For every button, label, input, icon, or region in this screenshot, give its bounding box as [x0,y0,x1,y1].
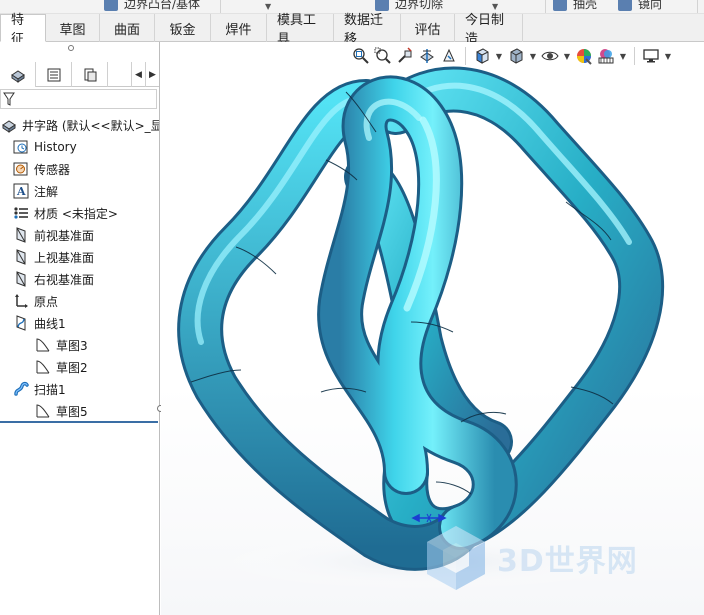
feature-manager-icon [10,69,25,83]
collapse-handle-icon[interactable] [68,45,74,51]
feature-tree: 井字路 (默认<<默认>_显示 History 传感器 A 注解 材质 <未指定… [0,114,159,422]
boundary-boss-icon [104,0,118,11]
watermark: 3D世界网 [421,522,638,594]
tree-item-sketch3[interactable]: 草图3 [0,334,159,356]
chevron-down-icon[interactable]: ▼ [265,2,271,11]
panel-tab-strip: ◀ ▶ [0,62,159,87]
shell-command[interactable]: 抽壳 [553,0,597,12]
mirror-command[interactable]: 镜向 [618,0,662,12]
scroll-right-icon[interactable]: ▶ [145,62,159,87]
shell-icon [553,0,567,11]
tab-made-today[interactable]: 今日制造 [455,13,523,47]
tab-weldments[interactable]: 焊件 [211,14,267,42]
property-manager-icon [47,68,60,81]
tree-item-history[interactable]: History [0,136,159,158]
sensor-icon [12,160,30,178]
tree-item-sweep1[interactable]: 扫描1 [0,378,159,400]
tree-item-origin[interactable]: 原点 [0,290,159,312]
tree-item-curve1[interactable]: 曲线1 [0,312,159,334]
configuration-manager-icon [84,68,96,81]
rollback-bar[interactable] [0,421,158,423]
material-icon [12,204,30,222]
mirror-icon [618,0,632,11]
plane-icon [12,270,30,288]
tree-item-right-plane[interactable]: 右视基准面 [0,268,159,290]
tree-item-material[interactable]: 材质 <未指定> [0,202,159,224]
tree-item-sketch2[interactable]: 草图2 [0,356,159,378]
tab-property-manager[interactable] [36,62,72,87]
tab-evaluate[interactable]: 评估 [401,14,455,42]
filter-icon[interactable] [3,92,15,106]
sketch-icon [34,336,52,354]
tab-configuration-manager[interactable] [72,62,108,87]
sketch-icon [34,358,52,376]
sketch-icon [34,402,52,420]
plane-icon [12,248,30,266]
tree-filter[interactable] [0,89,157,109]
tab-surfaces[interactable]: 曲面 [100,14,155,42]
svg-text:A: A [16,185,26,198]
command-tabs: 特征 草图 曲面 钣金 焊件 模具工具 数据迁移 评估 今日制造 [0,13,704,47]
history-icon [12,138,30,156]
tab-sheet-metal[interactable]: 钣金 [155,14,211,42]
watermark-cube-logo [427,526,485,590]
boundary-boss-command[interactable]: 边界凸台/基体 [104,0,200,12]
tab-mold-tools[interactable]: 模具工具 [267,13,334,47]
tree-item-front-plane[interactable]: 前视基准面 [0,224,159,246]
feature-manager-panel: ◀ ▶ 井字路 (默认<<默认>_显示 History 传感器 [0,42,164,615]
tree-item-sketch5[interactable]: 草图5 [0,400,159,422]
graphics-area[interactable]: ▼ ▼ ▼ ▼ ▼ 3D世界网 [161,42,704,615]
tab-feature-manager[interactable] [0,62,36,87]
curve-icon [12,314,30,332]
scroll-left-icon[interactable]: ◀ [131,62,145,87]
sweep-icon [12,380,30,398]
plane-icon [12,226,30,244]
tab-features[interactable]: 特征 [0,13,46,47]
tab-data-migration[interactable]: 数据迁移 [334,13,401,47]
tree-item-top-plane[interactable]: 上视基准面 [0,246,159,268]
annotation-icon: A [12,182,30,200]
tab-sketch[interactable]: 草图 [46,14,100,42]
tree-root-part[interactable]: 井字路 (默认<<默认>_显示 [0,114,159,136]
part-icon [0,116,18,134]
tree-item-annotations[interactable]: A 注解 [0,180,159,202]
tree-item-sensors[interactable]: 传感器 [0,158,159,180]
origin-icon [12,292,30,310]
